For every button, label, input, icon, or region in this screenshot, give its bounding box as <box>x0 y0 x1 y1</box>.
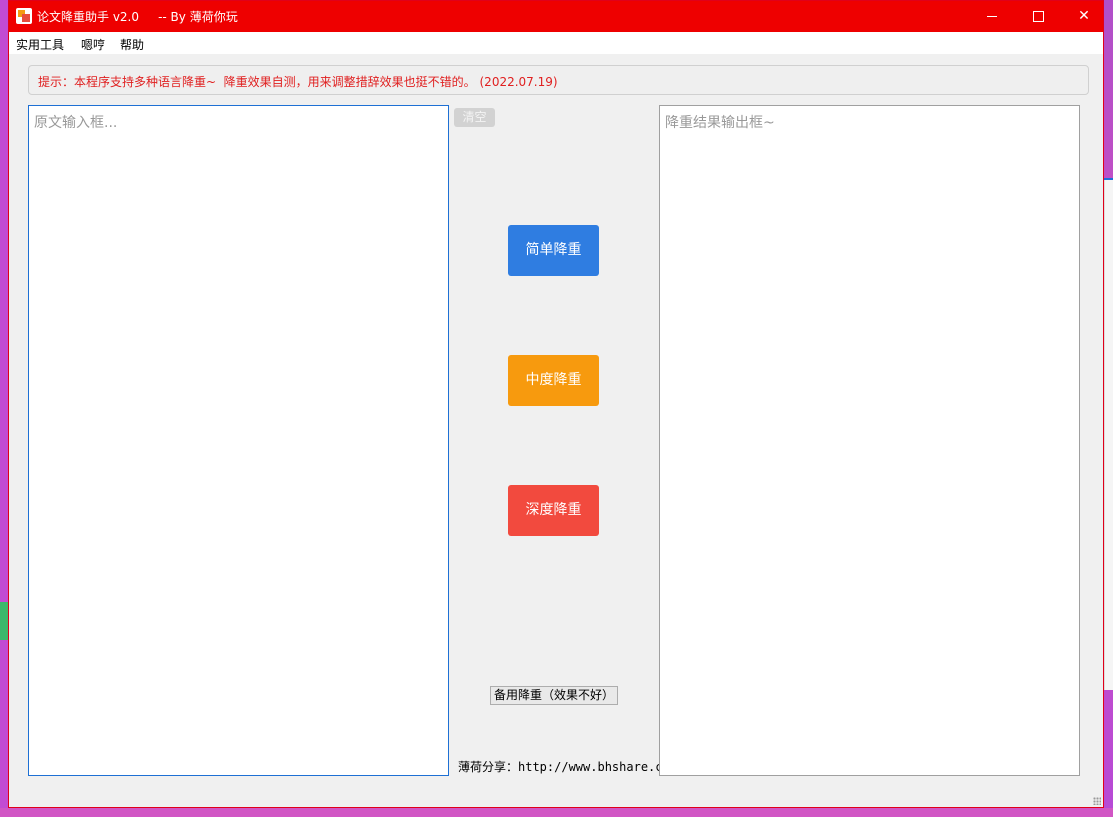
output-placeholder: 降重结果输出框~ <box>665 115 775 131</box>
deep-rewrite-button[interactable]: 深度降重 <box>508 485 599 536</box>
clear-button[interactable]: 清空 <box>454 108 495 127</box>
menu-help[interactable]: 帮助 <box>120 36 144 53</box>
minimize-button[interactable] <box>969 1 1015 32</box>
app-window: 论文降重助手 v2.0 -- By 薄荷你玩 ✕ 实用工具 嗯哼 帮助 提示：本… <box>8 0 1104 808</box>
share-link[interactable]: 薄荷分享：http://www.bhshare.cn/ <box>458 758 677 775</box>
source-text-input[interactable]: 原文输入框... <box>28 105 449 776</box>
minimize-icon <box>987 15 997 17</box>
maximize-button[interactable] <box>1015 1 1061 32</box>
desktop-background-bottom <box>0 808 1113 817</box>
window-title: 论文降重助手 v2.0 -- By 薄荷你玩 <box>37 10 238 24</box>
tip-banner: 提示：本程序支持多种语言降重~ 降重效果自测，用来调整措辞效果也挺不错的。 (2… <box>28 65 1089 95</box>
maximize-icon <box>1032 10 1044 22</box>
result-output-box[interactable]: 降重结果输出框~ <box>659 105 1080 776</box>
simple-rewrite-button[interactable]: 简单降重 <box>508 225 599 276</box>
close-button[interactable]: ✕ <box>1061 1 1107 32</box>
menu-bar: 实用工具 嗯哼 帮助 <box>9 32 1103 54</box>
title-bar[interactable]: 论文降重助手 v2.0 -- By 薄荷你玩 ✕ <box>9 1 1103 32</box>
menu-enheng[interactable]: 嗯哼 <box>81 36 105 53</box>
input-placeholder: 原文输入框... <box>34 115 118 131</box>
medium-rewrite-button[interactable]: 中度降重 <box>508 355 599 406</box>
backup-rewrite-button[interactable]: 备用降重（效果不好） <box>490 686 618 705</box>
close-icon: ✕ <box>1078 8 1090 24</box>
app-icon <box>16 8 32 24</box>
resize-grip[interactable] <box>1093 797 1101 805</box>
menu-tools[interactable]: 实用工具 <box>16 36 64 53</box>
desktop-background-fragment <box>0 602 8 640</box>
background-window-panel <box>1104 180 1113 690</box>
desktop-background-left <box>0 0 8 817</box>
tip-text: 提示：本程序支持多种语言降重~ 降重效果自测，用来调整措辞效果也挺不错的。 (2… <box>38 75 558 89</box>
